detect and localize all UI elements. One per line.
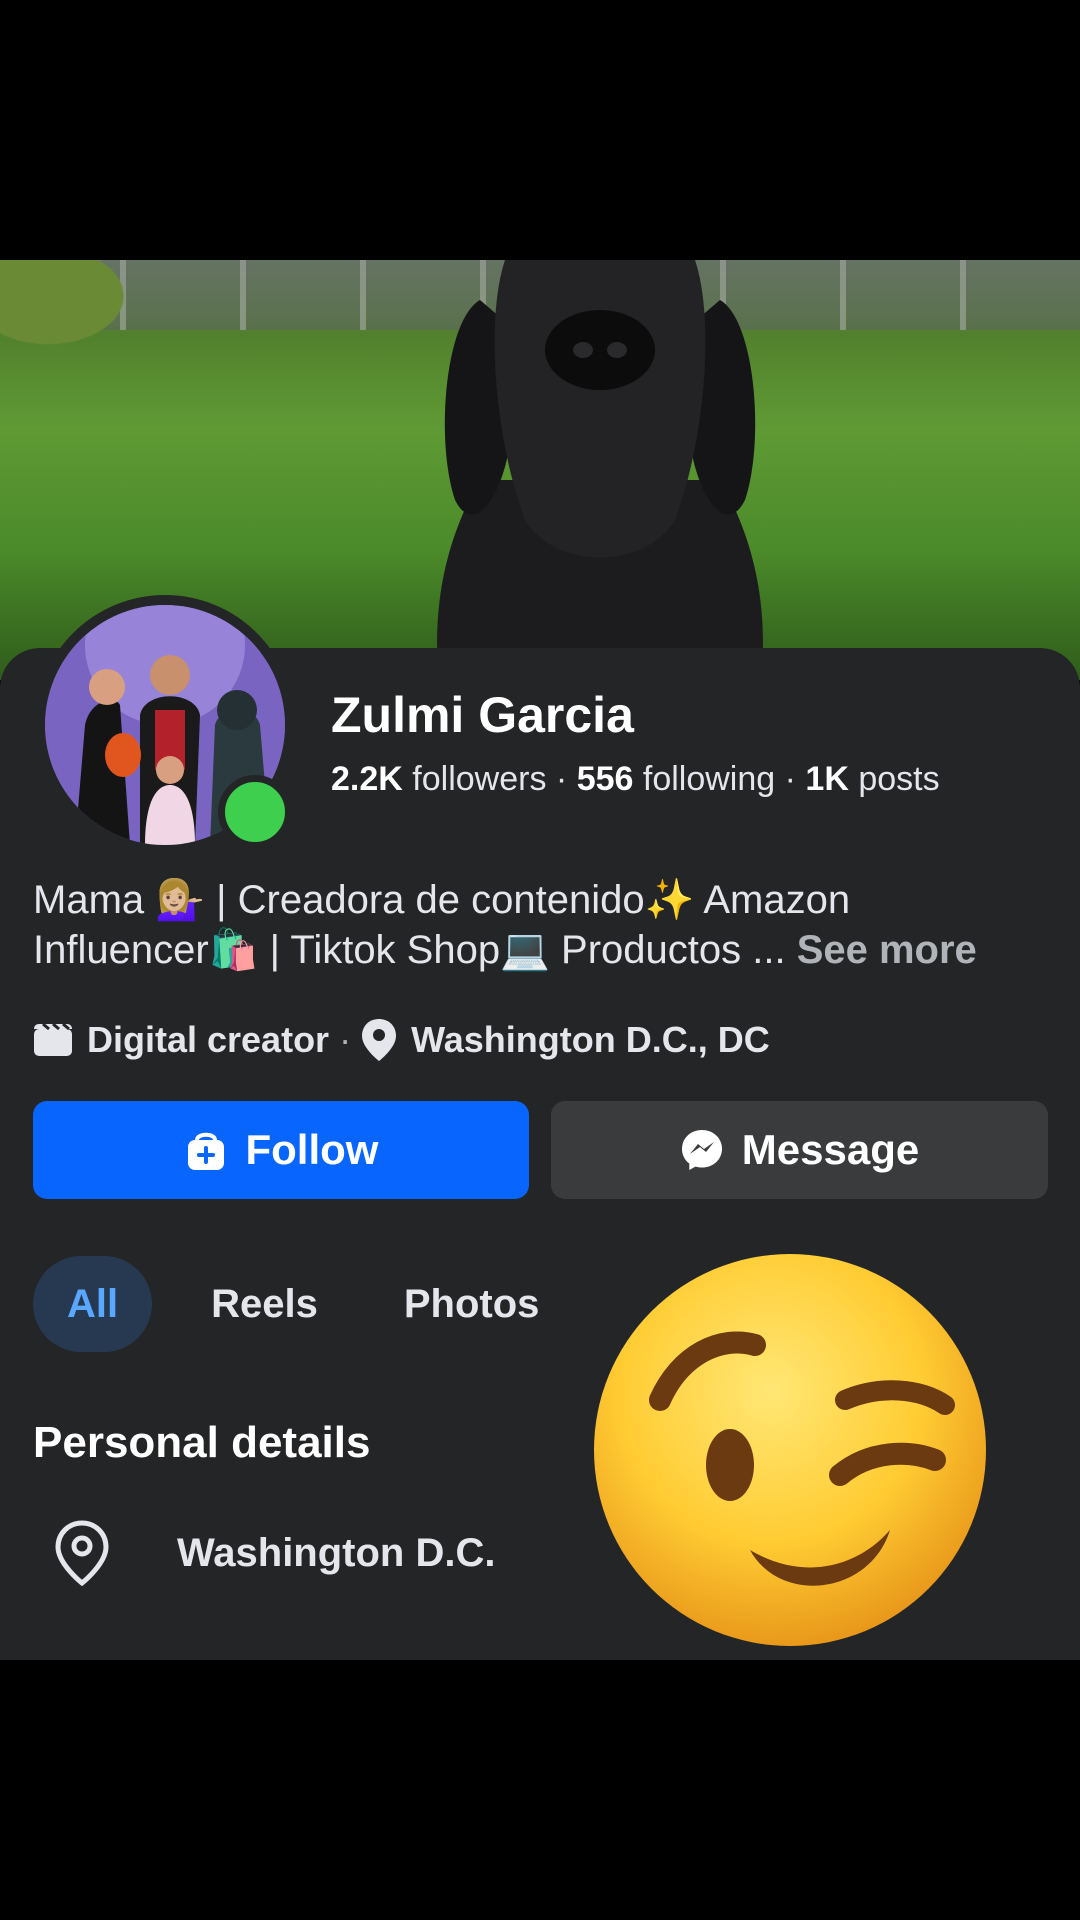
profile-name: Zulmi Garcia [331,687,634,743]
stats-separator: · [784,760,796,798]
posts-label: posts [858,760,940,798]
posts-count: 1K [805,760,849,798]
cover-dog [437,260,763,680]
posts-link[interactable]: 1K posts [805,760,939,798]
following-count: 556 [576,760,634,798]
personal-details-location[interactable]: Washington D.C. [55,1520,495,1586]
personal-location-text: Washington D.C. [177,1530,496,1575]
map-pin-icon [362,1019,397,1061]
location-pin-outline-icon [55,1520,109,1586]
clapperboard-icon [34,1023,72,1056]
following-label: following [642,760,776,798]
category-label: Digital creator [87,1019,330,1060]
tab-all[interactable]: All [33,1256,153,1352]
see-more-link[interactable]: See more [797,928,977,972]
online-status-dot [218,775,292,849]
add-friend-icon [187,1132,224,1170]
profile-bio: Mama 💁🏼‍♀️ | Creadora de contenido✨ Amaz… [33,875,1053,975]
following-link[interactable]: 556 following [577,760,776,798]
followers-count: 2.2K [331,760,403,798]
bio-line-2: Influencer🛍️ | Tiktok Shop💻 Productos ..… [33,928,786,972]
followers-label: followers [412,760,547,798]
profile-tabs: All Reels Photos [33,1256,598,1352]
followers-link[interactable]: 2.2K followers [331,760,546,798]
winking-face-emoji [594,1254,986,1646]
profile-meta: Digital creator · Washington D.C., DC [33,1018,770,1062]
message-label: Message [741,1126,920,1173]
follow-label: Follow [245,1126,379,1173]
messenger-icon [681,1130,722,1170]
tab-reels[interactable]: Reels [184,1256,345,1352]
bio-line-1: Mama 💁🏼‍♀️ | Creadora de contenido✨ Amaz… [33,878,851,922]
profile-stats: 2.2K followers · 556 following · 1K post… [331,760,940,799]
meta-separator: · [339,1019,352,1060]
tab-photos[interactable]: Photos [377,1256,567,1352]
personal-details-title: Personal details [33,1418,371,1467]
message-button[interactable]: Message [551,1101,1048,1199]
cover-palm [0,260,180,380]
stats-separator: · [555,760,568,798]
follow-button[interactable]: Follow [33,1101,529,1199]
location-label[interactable]: Washington D.C., DC [411,1019,770,1061]
